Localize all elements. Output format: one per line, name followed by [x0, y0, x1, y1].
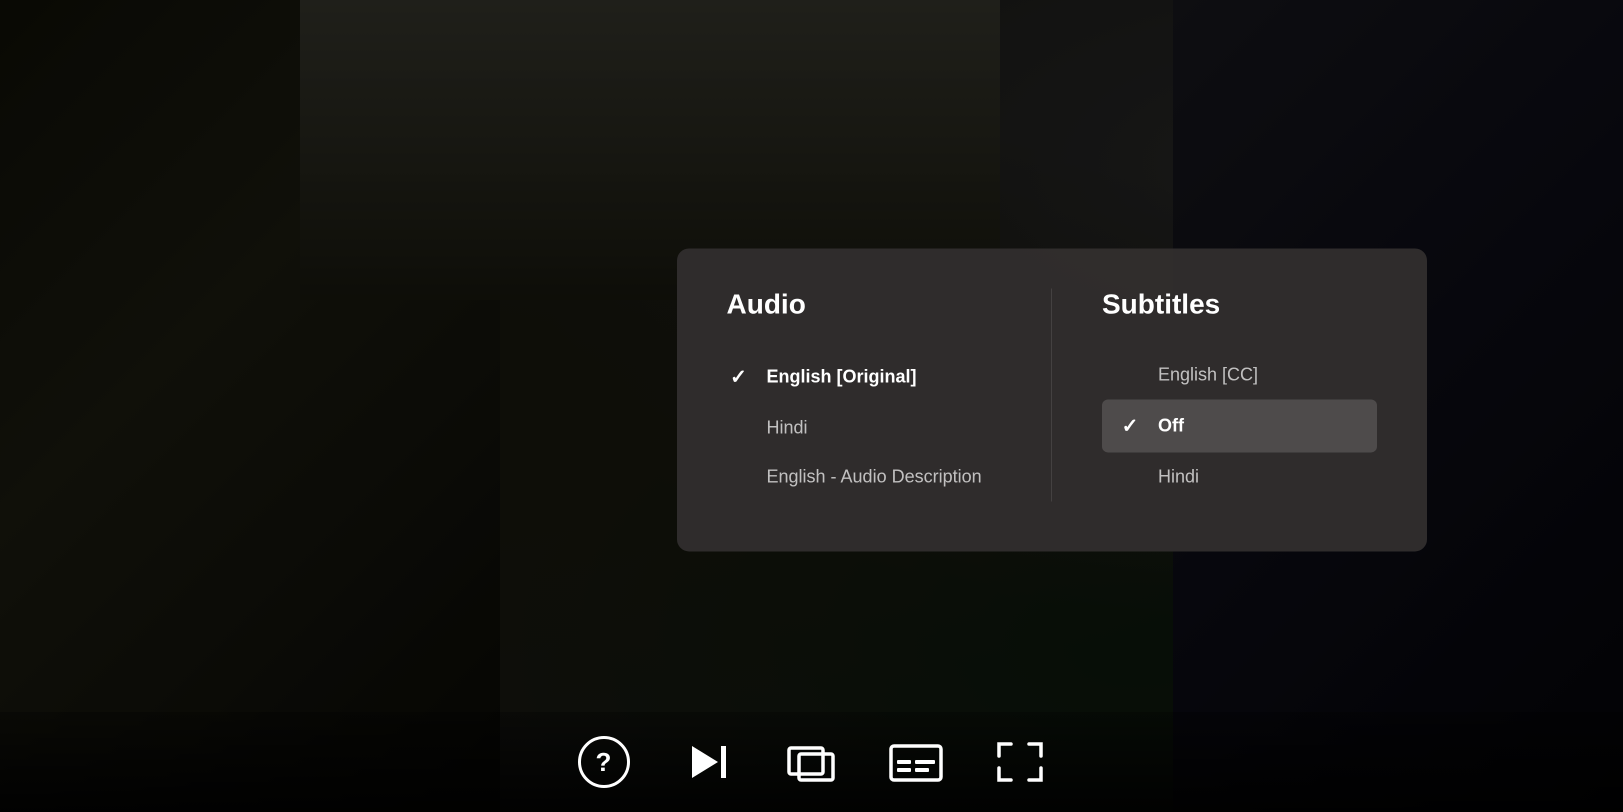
subtitle-label-english-cc: English [CC] [1158, 364, 1258, 385]
bottom-controls-bar: ? [0, 712, 1623, 812]
skip-next-icon [686, 740, 730, 784]
audio-header: Audio [727, 288, 1002, 320]
help-label: ? [596, 747, 612, 778]
queue-icon [787, 740, 837, 784]
subtitle-label-off: Off [1158, 415, 1184, 436]
skip-next-button[interactable] [680, 734, 736, 790]
audio-label-hindi: Hindi [767, 417, 808, 438]
audio-label-english-original: English [Original] [767, 366, 917, 387]
subtitle-item-off[interactable]: ✓ Off [1102, 399, 1377, 452]
audio-subtitles-panel: Audio ✓ English [Original] Hindi English… [677, 248, 1427, 551]
audio-item-english-original[interactable]: ✓ English [Original] [727, 350, 1002, 403]
fullscreen-button[interactable] [992, 734, 1048, 790]
subtitle-item-english-cc[interactable]: English [CC] [1102, 350, 1377, 399]
audio-item-english-ad[interactable]: English - Audio Description [727, 452, 1002, 501]
subtitles-button[interactable] [888, 734, 944, 790]
subtitle-item-hindi[interactable]: Hindi [1102, 452, 1377, 501]
fullscreen-icon [995, 740, 1045, 784]
audio-label-english-ad: English - Audio Description [767, 466, 982, 487]
subtitles-column: Subtitles English [CC] ✓ Off Hindi [1051, 288, 1377, 501]
subtitles-header: Subtitles [1102, 288, 1377, 320]
subtitle-label-hindi: Hindi [1158, 466, 1199, 487]
episodes-button[interactable] [784, 734, 840, 790]
audio-item-hindi[interactable]: Hindi [727, 403, 1002, 452]
subtitles-icon [889, 740, 943, 784]
help-button[interactable]: ? [576, 734, 632, 790]
controls-group: ? [576, 734, 1048, 790]
audio-column: Audio ✓ English [Original] Hindi English… [727, 288, 1052, 501]
checkmark-english-original: ✓ [727, 364, 751, 389]
checkmark-off: ✓ [1118, 413, 1142, 438]
help-icon: ? [578, 736, 630, 788]
